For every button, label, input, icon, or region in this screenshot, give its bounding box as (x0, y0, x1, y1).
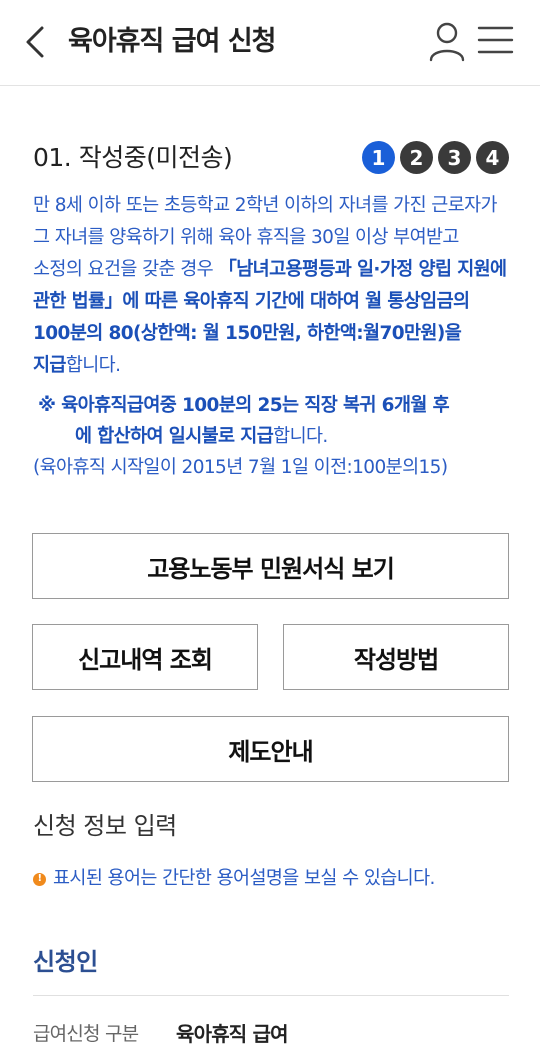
user-icon (429, 22, 465, 62)
page-title: 육아휴직 급여 신청 (68, 26, 277, 57)
menu-button[interactable] (476, 22, 516, 60)
back-button[interactable] (18, 22, 54, 62)
notice-line-3: (육아휴직 시작일이 2015년 7월 1일 이전:100분의15) (33, 457, 448, 478)
step-1: 1 (362, 141, 395, 174)
app-header: 육아휴직 급여 신청 (0, 0, 540, 86)
step-4: 4 (476, 141, 509, 174)
form-view-button[interactable]: 고용노동부 민원서식 보기 (32, 533, 509, 599)
hint-text: 표시된 용어는 간단한 용어설명을 보실 수 있습니다. (53, 868, 435, 889)
history-button[interactable]: 신고내역 조회 (32, 624, 258, 690)
hint: ! 표시된 용어는 간단한 용어설명을 보실 수 있습니다. (33, 864, 435, 894)
notice-line-2: 에 합산하여 일시불로 지급합니다. (75, 426, 328, 447)
hamburger-menu-icon (477, 26, 514, 54)
info-icon: ! (33, 872, 46, 886)
notice: ※ 육아휴직급여중 100분의 25는 직장 복귀 6개월 후 에 합산하여 일… (33, 390, 509, 483)
description-tail: 합니다. (65, 355, 121, 376)
howto-button[interactable]: 작성방법 (283, 624, 509, 690)
guide-button[interactable]: 제도안내 (32, 716, 509, 782)
status-title: 01. 작성중(미전송) (33, 143, 233, 172)
step-indicator: 1 2 3 4 (362, 141, 509, 174)
applicant-title: 신청인 (33, 948, 98, 976)
user-button[interactable] (428, 20, 466, 62)
field-value: 육아휴직 급여 (176, 1021, 289, 1046)
description: 만 8세 이하 또는 초등학교 2학년 이하의 자녀를 가진 근로자가 그 자녀… (33, 190, 509, 382)
status-row: 01. 작성중(미전송) 1 2 3 4 (33, 138, 513, 178)
notice-line-1: ※ 육아휴직급여중 100분의 25는 직장 복귀 6개월 후 (38, 395, 450, 416)
step-2: 2 (400, 141, 433, 174)
step-3: 3 (438, 141, 471, 174)
field-label: 급여신청 구분 (33, 1022, 139, 1045)
section-title: 신청 정보 입력 (33, 812, 177, 840)
chevron-left-icon (26, 26, 44, 58)
divider (33, 995, 509, 996)
field-row: 급여신청 구분 육아휴직 급여 (33, 1014, 289, 1050)
